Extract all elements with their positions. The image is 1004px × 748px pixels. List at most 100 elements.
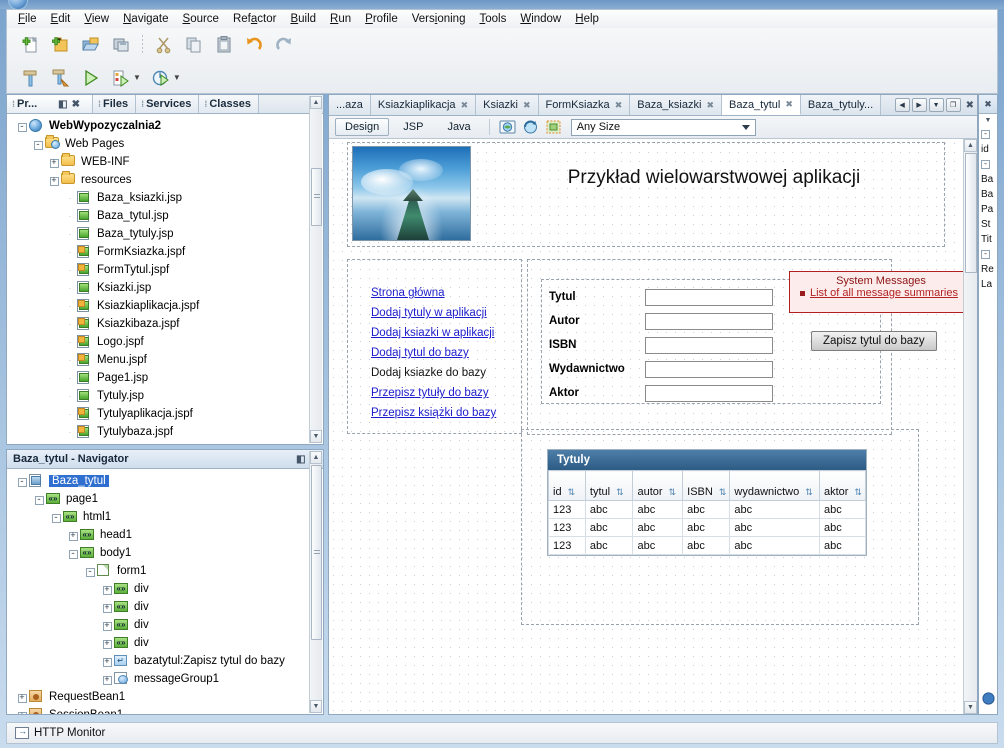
tree-node[interactable]: · Baza_tytul.jsp [9,207,323,225]
scroll-left-button[interactable]: ◀ [894,98,910,112]
sort-icon[interactable]: ⇅ [854,487,862,497]
expand-toggle-icon[interactable]: + [100,638,114,649]
property-row[interactable]: Ba [979,187,997,202]
refresh-icon[interactable] [521,118,540,136]
property-row[interactable]: id [979,142,997,157]
collapse-toggle-icon[interactable]: - [32,494,46,505]
editor-tab-ksiazkiaplikacja[interactable]: Ksiazkiaplikacja ✖ [370,95,477,115]
column-header-aktor[interactable]: aktor ⇅ [818,470,867,501]
design-canvas[interactable]: Przykład wielowarstwowej aplikacji Stron… [329,139,963,714]
menu-file[interactable]: File [11,11,44,27]
editor-tab-aza[interactable]: ...aza [329,95,371,115]
property-row[interactable]: La [979,277,997,292]
close-tab-icon[interactable]: ✖ [706,100,714,111]
new-project-icon[interactable] [47,31,75,59]
expand-toggle-icon[interactable]: + [47,157,61,168]
scroll-up-button[interactable]: ▲ [964,139,977,152]
redo-icon[interactable] [270,31,298,59]
profile-project-icon[interactable] [147,64,175,92]
sort-icon[interactable]: ⇅ [616,487,624,497]
sort-icon[interactable]: ⇅ [568,487,576,497]
maximize-button[interactable]: ❐ [945,98,961,112]
scroll-up-button[interactable]: ▲ [310,451,322,464]
run-project-icon[interactable] [77,64,105,92]
tree-node[interactable]: · Logo.jspf [9,333,323,351]
sort-icon[interactable]: ⇅ [669,487,677,497]
tree-node[interactable]: · FormTytul.jspf [9,261,323,279]
tree-node[interactable]: + «» div [9,580,323,598]
explorer-tab-classes[interactable]: ⁞ Classes [199,95,259,113]
expand-toggle-icon[interactable]: + [66,530,80,541]
property-row[interactable]: Pa [979,202,997,217]
close-tab-icon[interactable]: ✖ [615,100,623,111]
minimize-icon[interactable]: ◧ [58,99,67,110]
menu-build[interactable]: Build [283,11,323,27]
tree-node[interactable]: · Tytulybaza.jspf [9,423,323,441]
collapse-toggle-icon[interactable]: - [83,566,97,577]
field-input-wydawnictwo[interactable] [645,360,773,378]
view-mode-jsp[interactable]: JSP [393,118,433,136]
nav-link-przepisz-tytu-y-do-bazy[interactable]: Przepisz tytuły do bazy [371,387,521,399]
paste-icon[interactable] [210,31,238,59]
field-input-autor[interactable] [645,312,773,330]
editor-tab-ksiazki[interactable]: Ksiazki ✖ [476,95,539,115]
nav-link-dodaj-tytuly-w-aplikacji[interactable]: Dodaj tytuly w aplikacji [371,307,521,319]
table-grid[interactable]: id ⇅ tytul ⇅ autor ⇅ ISBN ⇅ wydawnictwo ⇅ aktor ⇅ 1… [548,470,867,555]
sort-icon[interactable]: ⇅ [719,487,727,497]
editor-tab-baza_tytul[interactable]: Baza_tytul ✖ [721,95,801,115]
logo-image[interactable] [352,146,471,241]
column-header-autor[interactable]: autor ⇅ [632,470,684,501]
sort-icon[interactable]: ⇅ [805,487,813,497]
tree-node[interactable]: · Menu.jspf [9,351,323,369]
system-messages-item[interactable]: List of all message summaries [794,287,963,299]
save-title-button[interactable]: Zapisz tytul do bazy [811,331,937,351]
new-file-icon[interactable] [17,31,45,59]
column-header-id[interactable]: id ⇅ [548,470,586,501]
collapse-toggle-icon[interactable]: - [49,512,63,523]
system-messages-box[interactable]: System Messages List of all message summ… [789,271,963,313]
property-row[interactable]: - [979,247,997,262]
tree-node[interactable]: - Web Pages [9,135,323,153]
view-mode-design[interactable]: Design [335,118,390,136]
menu-versioning[interactable]: Versioning [405,11,473,27]
tree-node[interactable]: · Ksiazki.jsp [9,279,323,297]
tab-list-button[interactable]: ▼ [928,98,944,112]
explorer-tab-files[interactable]: ⁞ Files [93,95,137,113]
field-input-aktor[interactable] [645,384,773,402]
column-header-wydawnictwo[interactable]: wydawnictwo ⇅ [729,470,820,501]
property-row[interactable]: Ba [979,172,997,187]
tree-node[interactable]: · Baza_tytuly.jsp [9,225,323,243]
tree-node[interactable]: · Tytuly.jsp [9,387,323,405]
collapse-toggle-icon[interactable]: - [15,121,29,132]
properties-scroll-up[interactable]: ▼ [979,114,997,127]
preview-in-browser-icon[interactable] [498,118,517,136]
expand-toggle-icon[interactable]: + [100,620,114,631]
menu-help[interactable]: Help [568,11,606,27]
tree-node[interactable]: - «» page1 [9,490,323,508]
property-row[interactable]: - [979,127,997,142]
expand-toggle-icon[interactable]: + [15,692,29,703]
undo-icon[interactable] [240,31,268,59]
debug-project-icon[interactable] [107,64,135,92]
tree-node[interactable]: + «» div [9,598,323,616]
column-header-isbn[interactable]: ISBN ⇅ [682,470,731,501]
save-all-icon[interactable] [107,31,135,59]
menu-navigate[interactable]: Navigate [116,11,175,27]
collapse-toggle-icon[interactable]: - [15,476,29,487]
property-group-toggle[interactable]: - [981,160,990,169]
copy-icon[interactable] [180,31,208,59]
nav-link-dodaj-tytul-do-bazy[interactable]: Dodaj tytul do bazy [371,347,521,359]
tree-node[interactable]: · Ksiazkibaza.jspf [9,315,323,333]
tree-node[interactable]: · Baza_ksiazki.jsp [9,189,323,207]
minimize-icon[interactable]: ◧ [296,454,305,465]
property-row[interactable]: Re [979,262,997,277]
menu-source[interactable]: Source [176,11,226,27]
field-input-isbn[interactable] [645,336,773,354]
menu-profile[interactable]: Profile [358,11,405,27]
scroll-right-button[interactable]: ▶ [911,98,927,112]
menu-run[interactable]: Run [323,11,358,27]
property-group-toggle[interactable]: - [981,250,990,259]
menu-tools[interactable]: Tools [472,11,513,27]
projects-tree[interactable]: - WebWypozyczalnia2- Web Pages + WEB-INF + res… [7,114,323,444]
properties-help-icon[interactable] [982,692,995,708]
